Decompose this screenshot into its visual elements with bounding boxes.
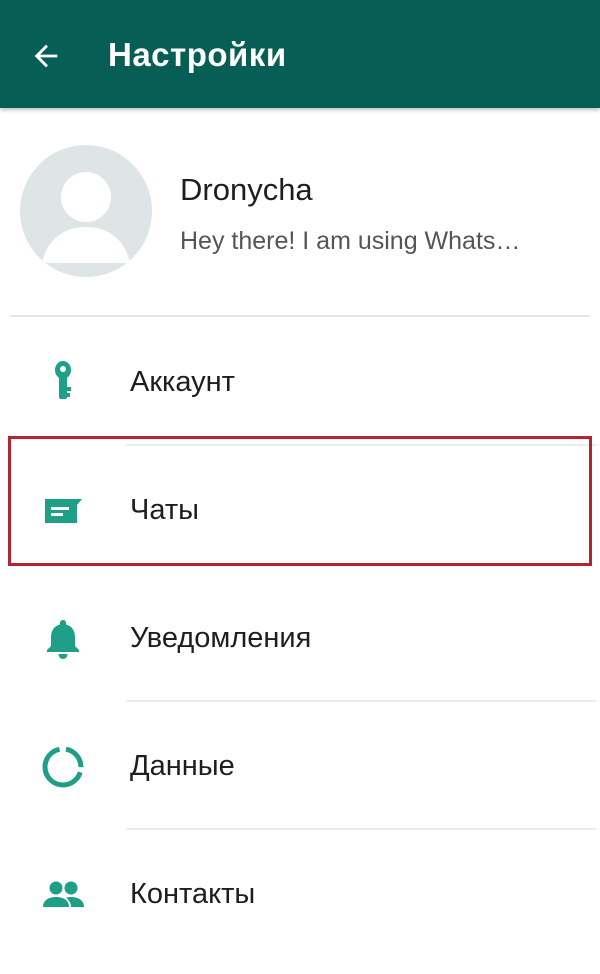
- menu-item-label: Данные: [130, 750, 235, 782]
- menu-item-data[interactable]: Данные: [0, 702, 600, 830]
- profile-name: Dronycha: [180, 172, 313, 207]
- chat-icon: [40, 488, 86, 534]
- key-icon: [40, 360, 86, 406]
- arrow-back-icon: [34, 44, 58, 68]
- avatar[interactable]: [20, 145, 152, 277]
- page-title: Настройки: [108, 36, 287, 73]
- menu-item-label: Уведомления: [130, 622, 312, 654]
- data-usage-icon: [40, 744, 86, 790]
- menu-item-chats[interactable]: Чаты: [0, 446, 600, 574]
- menu-item-label: Чаты: [130, 494, 199, 526]
- menu-item-label: Контакты: [130, 878, 256, 910]
- profile-status: Hey there! I am using Whats…: [180, 227, 521, 255]
- bell-icon: [40, 616, 86, 662]
- app-bar: Настройки: [0, 0, 600, 108]
- back-button[interactable]: [20, 30, 72, 82]
- default-avatar-icon: [20, 145, 152, 277]
- menu-item-contacts[interactable]: Контакты: [0, 830, 600, 958]
- contacts-icon: [40, 872, 86, 918]
- menu-item-label: Аккаунт: [130, 366, 235, 398]
- menu-item-account[interactable]: Аккаунт: [0, 318, 600, 446]
- profile-row[interactable]: Dronycha Hey there! I am using Whats…: [0, 110, 600, 315]
- menu-item-notifications[interactable]: Уведомления: [0, 574, 600, 702]
- profile-divider: [10, 315, 590, 317]
- settings-screen: Настройки Dronycha Hey there! I am using…: [0, 0, 600, 974]
